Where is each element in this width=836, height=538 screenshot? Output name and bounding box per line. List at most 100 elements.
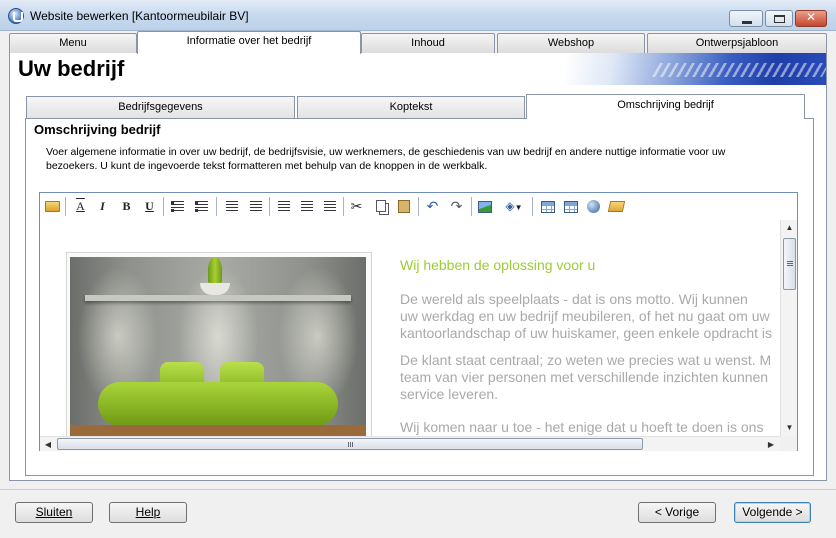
scroll-right-icon[interactable]: ▶: [763, 437, 779, 452]
tab-inhoud[interactable]: Inhoud: [361, 33, 495, 53]
toolbar-separator: [216, 197, 217, 216]
app-icon: [8, 8, 24, 24]
italic-button[interactable]: I: [93, 197, 112, 216]
align-left-icon: [277, 201, 290, 212]
close-window-button[interactable]: ✕: [795, 10, 827, 27]
tab-webshop[interactable]: Webshop: [497, 33, 645, 53]
toolbar-separator: [65, 197, 66, 216]
tab-informatie-over-het-bedrijf[interactable]: Informatie over het bedrijf: [137, 31, 361, 54]
header-panel: Uw bedrijf: [9, 53, 827, 85]
section-description: Voer algemene informatie in over uw bedr…: [46, 145, 766, 173]
undo-icon: ↶: [426, 198, 439, 214]
scroll-up-icon[interactable]: ▲: [781, 220, 798, 236]
align-left-button[interactable]: [274, 197, 293, 216]
table-icon: [540, 201, 555, 213]
bullet-list-icon: [195, 201, 208, 212]
tab-menu[interactable]: Menu: [9, 33, 137, 53]
help-button[interactable]: Help: [109, 502, 187, 523]
content-paragraph: De klant staat centraal; zo weten we pre…: [400, 352, 772, 402]
open-file-button[interactable]: [43, 197, 62, 216]
align-center-icon: [300, 201, 313, 212]
minimize-icon: [742, 21, 752, 24]
content-paragraph: De wereld als speelplaats - dat is ons m…: [400, 291, 773, 341]
align-center-button[interactable]: [297, 197, 316, 216]
scissors-icon: ✂: [350, 198, 363, 214]
content-paragraph: Wij komen naar u toe - het enige dat u h…: [400, 419, 764, 435]
grip-icon: [348, 442, 354, 447]
outdent-icon: [225, 201, 238, 212]
font-icon: A: [76, 199, 85, 213]
toolbar-separator: [471, 197, 472, 216]
indent-icon: [249, 201, 262, 212]
header-banner-image: [566, 53, 826, 85]
vertical-scrollbar[interactable]: ▲ ▼: [780, 220, 797, 436]
maximize-button[interactable]: [765, 10, 793, 27]
tab-ontwerpsjabloon[interactable]: Ontwerpsjabloon: [647, 33, 827, 53]
main-tab-bar: Menu Informatie over het bedrijf Inhoud …: [0, 31, 836, 54]
description-line: bezoekers. U kunt de ingevoerde tekst fo…: [46, 160, 488, 172]
next-button[interactable]: Volgende >: [734, 502, 811, 523]
copy-button[interactable]: [371, 197, 390, 216]
toolbar-separator: [343, 197, 344, 216]
paste-button[interactable]: [394, 197, 413, 216]
copy-icon: [375, 200, 386, 212]
undo-button[interactable]: ↶: [423, 197, 442, 216]
insert-table-button[interactable]: [538, 197, 557, 216]
redo-button[interactable]: ↷: [447, 197, 466, 216]
italic-icon: I: [100, 199, 105, 213]
previous-button[interactable]: < Vorige: [638, 502, 716, 523]
underline-button[interactable]: U: [140, 197, 159, 216]
title-bar: Website bewerken [Kantoormeubilair BV] ✕: [0, 0, 836, 31]
paint-bucket-icon: ◈: [505, 199, 515, 213]
vertical-scroll-thumb[interactable]: [783, 238, 796, 290]
open-folder-button[interactable]: [607, 197, 626, 216]
numbered-list-icon: [171, 201, 184, 212]
underline-icon: U: [145, 199, 154, 213]
editor-toolbar: A I B U ✂ ↶ ↷ ◈▼: [40, 193, 797, 220]
bold-button[interactable]: B: [117, 197, 136, 216]
page-title: Uw bedrijf: [18, 56, 125, 81]
image-icon: [477, 201, 492, 213]
close-icon: ✕: [805, 10, 817, 24]
fill-color-dropdown[interactable]: ◈▼: [499, 197, 529, 216]
horizontal-scroll-thumb[interactable]: [57, 438, 643, 450]
align-right-button[interactable]: [320, 197, 339, 216]
scroll-down-icon[interactable]: ▼: [781, 420, 798, 436]
minimize-button[interactable]: [729, 10, 763, 27]
description-line: Voer algemene informatie in over uw bedr…: [46, 146, 726, 158]
globe-link-icon: [587, 200, 600, 213]
insert-link-button[interactable]: [584, 197, 603, 216]
increase-indent-button[interactable]: [246, 197, 265, 216]
open-folder-icon: [607, 201, 626, 212]
paste-icon: [397, 200, 410, 213]
bullet-list-button[interactable]: [192, 197, 211, 216]
table-properties-button[interactable]: [561, 197, 580, 216]
window-title: Website bewerken [Kantoormeubilair BV]: [30, 9, 249, 23]
close-button[interactable]: Sluiten: [15, 502, 93, 523]
numbered-list-button[interactable]: [168, 197, 187, 216]
decrease-indent-button[interactable]: [222, 197, 241, 216]
scroll-corner: [780, 436, 797, 451]
divider: [0, 489, 836, 490]
cut-button[interactable]: ✂: [347, 197, 366, 216]
horizontal-scrollbar[interactable]: ◀ ▶: [40, 436, 780, 451]
content-heading: Wij hebben de oplossing voor u: [400, 257, 596, 273]
toolbar-separator: [418, 197, 419, 216]
font-button[interactable]: A: [71, 197, 90, 216]
section-title: Omschrijving bedrijf: [34, 122, 161, 137]
tab-omschrijving-bedrijf[interactable]: Omschrijving bedrijf: [526, 94, 805, 119]
align-right-icon: [323, 201, 336, 212]
table-grid-icon: [563, 201, 578, 213]
redo-icon: ↷: [450, 198, 463, 214]
tab-koptekst[interactable]: Koptekst: [297, 96, 525, 118]
editor-document[interactable]: Wij hebben de oplossing voor u De wereld…: [40, 220, 780, 436]
tab-bedrijfsgegevens[interactable]: Bedrijfsgegevens: [26, 96, 295, 118]
scroll-left-icon[interactable]: ◀: [40, 437, 56, 452]
chevron-down-icon: ▼: [514, 203, 523, 212]
green-sofa-image[interactable]: [70, 257, 366, 436]
maximize-icon: [774, 15, 785, 23]
content-panel: Bedrijfsgegevens Koptekst Omschrijving b…: [9, 85, 827, 481]
rich-text-editor[interactable]: A I B U ✂ ↶ ↷ ◈▼ Wij hebben de oplossing…: [39, 192, 798, 451]
toolbar-separator: [532, 197, 533, 216]
insert-image-button[interactable]: [475, 197, 494, 216]
